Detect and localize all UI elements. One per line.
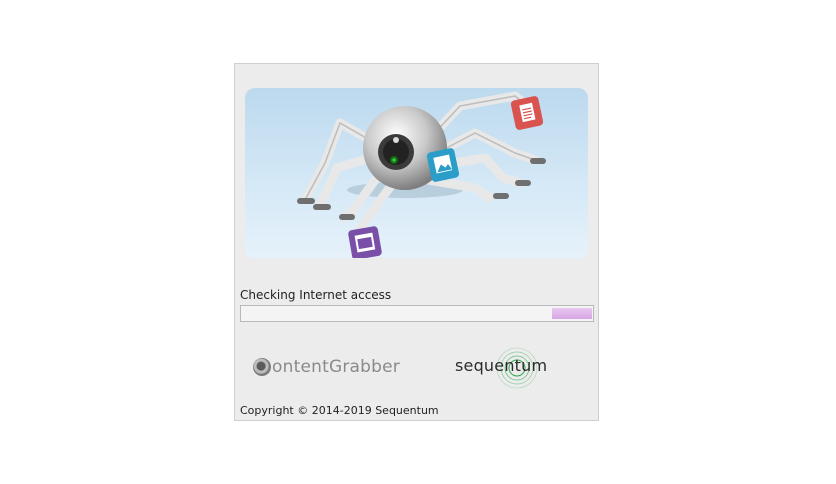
progress-indicator xyxy=(552,308,592,319)
progress-bar xyxy=(240,305,594,322)
contentgrabber-mark-icon xyxy=(253,358,271,376)
video-icon xyxy=(348,226,382,258)
sequentum-wordmark: sequentum xyxy=(455,356,548,375)
splash-window: Checking Internet access ontentGrabber s… xyxy=(234,63,599,421)
document-icon xyxy=(510,96,544,130)
sequentum-logo: sequentum xyxy=(455,346,560,390)
copyright-text: Copyright © 2014-2019 Sequentum xyxy=(240,404,439,417)
spider-robot-banner xyxy=(245,88,588,258)
spider-robot-illustration xyxy=(297,91,546,258)
status-text: Checking Internet access xyxy=(240,288,392,302)
contentgrabber-wordmark: ontentGrabber xyxy=(272,357,400,377)
contentgrabber-logo: ontentGrabber xyxy=(253,356,400,378)
